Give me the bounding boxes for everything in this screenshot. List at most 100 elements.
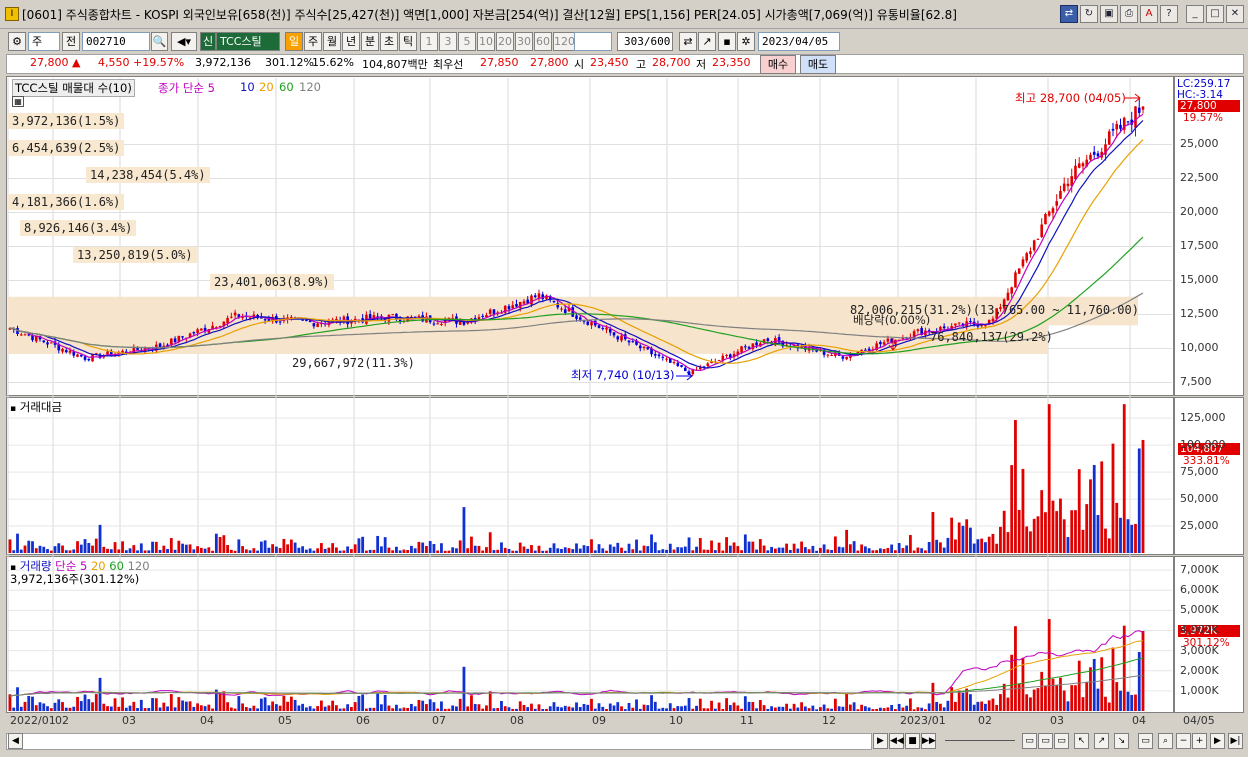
chart-toolbar: ⚙ 주 전 002710 🔍 ◀▾ 신 TCC스틸 일주월년분초틱 1 3 5 10 2… — [0, 30, 1248, 52]
x-axis-label: 09 — [592, 714, 606, 727]
reset-icon[interactable]: ↻ — [1080, 5, 1098, 23]
current-price: 27,800 — [30, 56, 69, 69]
interval-tab[interactable]: 5 — [458, 32, 476, 51]
low-label: 저 — [696, 58, 707, 71]
interval-tab[interactable]: 1 — [420, 32, 438, 51]
ma20-label: 20 — [259, 80, 274, 94]
title-bar: I [0601] 주식종합차트 - KOSPI 외국인보유[658(천)] 주식… — [0, 0, 1248, 29]
view-mode-icon[interactable]: ▭ — [1054, 733, 1069, 749]
interval-tab[interactable]: 3 — [439, 32, 457, 51]
amount-chart-panel[interactable] — [6, 397, 1174, 555]
gear-icon[interactable]: ✲ — [737, 32, 755, 51]
zoom-in-icon[interactable]: + — [1192, 733, 1207, 749]
speaker-icon[interactable]: ◀▾ — [171, 32, 197, 51]
x-axis-label: 04 — [1132, 714, 1146, 727]
period-tab[interactable]: 초 — [380, 32, 398, 51]
scroll-right-icon[interactable]: ▶ — [1210, 733, 1225, 749]
up-arrow-icon: ▲ — [72, 56, 81, 69]
vp-label: 3,972,136(1.5%) — [8, 113, 125, 129]
amount-axis-tick: 50,000 — [1180, 492, 1219, 506]
last-price-badge: 27,800 — [1178, 100, 1240, 112]
period-tab[interactable]: 월 — [323, 32, 341, 51]
rewind-icon[interactable]: ◀◀ — [889, 733, 904, 749]
high-label: 고 — [636, 58, 647, 71]
volume-chart-panel[interactable] — [6, 556, 1174, 713]
capture-icon[interactable]: ⎙ — [1120, 5, 1138, 23]
arrow-icon[interactable]: ↘ — [1114, 733, 1129, 749]
scroll-left-icon[interactable]: ◀ — [8, 733, 23, 749]
maximize-icon[interactable]: □ — [1206, 5, 1224, 23]
interval-tab[interactable]: 10 — [477, 32, 495, 51]
chart-scrollbar[interactable] — [6, 733, 872, 750]
volume-axis-tick: 5,000K — [1180, 603, 1219, 617]
price-axis-tick: 22,500 — [1180, 171, 1219, 185]
price-chart-panel[interactable] — [6, 76, 1174, 396]
zoom-icon[interactable]: ⇄ — [679, 32, 697, 51]
period-tab[interactable]: 년 — [342, 32, 360, 51]
zoom-slider[interactable] — [945, 740, 1015, 741]
view-mode-icon[interactable]: ▭ — [1022, 733, 1037, 749]
layout-icon[interactable]: ▣ — [1100, 5, 1118, 23]
vp-label: 76,840,137(29.2%) — [930, 330, 1053, 344]
close-icon[interactable]: ✕ — [1226, 5, 1244, 23]
stock-code-input[interactable]: 002710 — [82, 32, 150, 51]
arrow-icon[interactable]: ↖ — [1074, 733, 1089, 749]
dividend-note: 배당락(0.00%) — [853, 313, 931, 327]
price-legend-name[interactable]: TCC스틸 매물대 수(10) — [12, 79, 135, 97]
period-tab[interactable]: 주 — [304, 32, 322, 51]
stop-icon[interactable]: ■ — [905, 733, 920, 749]
amount-title-text: 거래대금 — [19, 400, 63, 414]
view-mode-icon[interactable]: ▭ — [1138, 733, 1153, 749]
period-tab[interactable]: 틱 — [399, 32, 417, 51]
period-tab[interactable]: 분 — [361, 32, 379, 51]
interval-custom-input[interactable] — [574, 32, 612, 51]
minimize-icon[interactable]: _ — [1186, 5, 1204, 23]
arrow-icon[interactable]: ↗ — [1094, 733, 1109, 749]
high-note: 최고 28,700 (04/05) — [1015, 91, 1126, 105]
chart-settings-icon[interactable]: ⚙ — [8, 32, 26, 51]
app-icon[interactable]: I — [5, 7, 19, 21]
sell-button[interactable]: 매도 — [800, 55, 836, 74]
link-icon[interactable]: ⇄ — [1060, 5, 1078, 23]
volume-axis-tick: 3,000K — [1180, 643, 1219, 657]
x-axis-label: 06 — [356, 714, 370, 727]
interval-tab[interactable]: 30 — [515, 32, 533, 51]
trend-icon[interactable]: ↗ — [698, 32, 716, 51]
amount-axis-tick: 75,000 — [1180, 465, 1219, 479]
search-zoom-icon[interactable]: ⌕ — [1158, 733, 1173, 749]
market-type-select[interactable]: 주 — [28, 32, 60, 51]
zoom-out-icon[interactable]: − — [1176, 733, 1191, 749]
interval-tab[interactable]: 20 — [496, 32, 514, 51]
volume-sub-label: 3,972,136주(301.12%) — [10, 572, 140, 586]
count-total: /600 — [643, 35, 671, 48]
grid-toggle-icon[interactable]: ▦ — [12, 96, 24, 107]
prev-button[interactable]: 전 — [62, 32, 80, 51]
vp-label: 13,250,819(5.0%) — [73, 247, 197, 263]
fast-forward-icon[interactable]: ▶▶ — [921, 733, 936, 749]
interval-tab[interactable]: 120 — [553, 32, 575, 51]
stock-name-display[interactable]: TCC스틸 — [216, 32, 280, 51]
best-quote-label: 최우선 — [433, 58, 464, 71]
price-change: 4,550 — [98, 56, 130, 69]
play-icon[interactable]: ▶ — [873, 733, 888, 749]
date-input[interactable]: 2023/04/05 — [758, 32, 840, 51]
period-tab[interactable]: 일 — [285, 32, 303, 51]
trade-amount: 104,807백만 — [362, 58, 428, 71]
x-axis-label: 03 — [122, 714, 136, 727]
search-icon[interactable]: 🔍 — [151, 32, 168, 51]
x-axis-label: 02 — [55, 714, 69, 727]
interval-tab[interactable]: 60 — [534, 32, 552, 51]
x-axis-label: 2023/01 — [900, 714, 946, 727]
count-value: 303 — [624, 35, 644, 48]
save-icon[interactable]: ▪ — [718, 32, 736, 51]
amount-title: ▪ 거래대금 — [10, 400, 63, 414]
help-icon[interactable]: ? — [1160, 5, 1178, 23]
count-input[interactable]: 303/600 — [617, 32, 673, 51]
vp-label: 23,401,063(8.9%) — [210, 274, 334, 290]
scroll-right-end-icon[interactable]: ▶| — [1228, 733, 1243, 749]
font-icon[interactable]: A — [1140, 5, 1158, 23]
buy-button[interactable]: 매수 — [760, 55, 796, 74]
volume-value: 3,972,136 — [195, 56, 251, 69]
view-mode-icon[interactable]: ▭ — [1038, 733, 1053, 749]
amount-axis-tick: 125,000 — [1180, 411, 1226, 425]
